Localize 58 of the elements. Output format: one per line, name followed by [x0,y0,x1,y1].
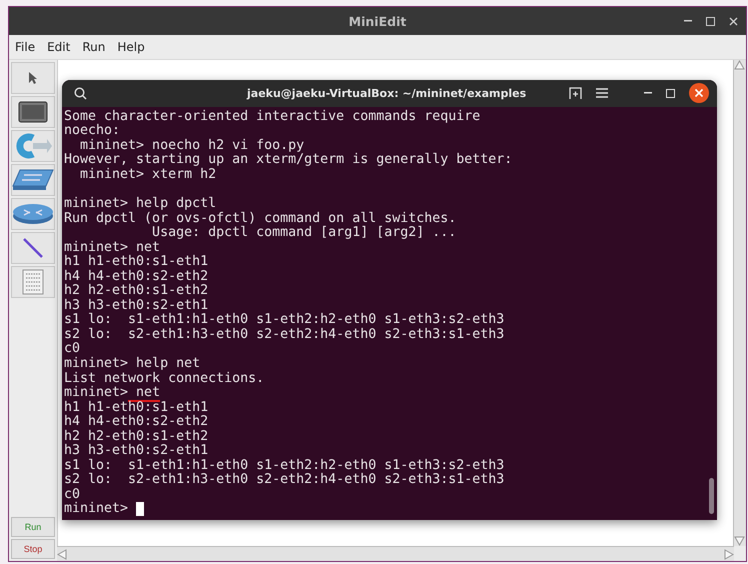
terminal-line: mininet> noecho h2 vi foo.py [79,138,304,153]
menu-icon[interactable] [596,88,608,98]
terminal-line: mininet> help dpctl [64,196,216,211]
maximize-icon[interactable] [666,88,675,98]
router-icon [12,202,54,226]
window-title: MiniEdit [348,14,406,28]
menu-item[interactable]: Edit [43,40,74,54]
right-arrow-icon[interactable] [724,548,734,560]
tool-button[interactable] [11,62,55,94]
search-icon[interactable] [74,86,87,100]
up-arrow-icon[interactable] [734,60,745,70]
close-icon[interactable] [689,83,709,104]
tool-button[interactable] [11,232,55,264]
minimize-icon[interactable] [684,20,692,22]
terminal-line: Some character-oriented interactive commands require [64,108,480,124]
vertical-scrollbar[interactable] [733,60,746,546]
terminal-line: c0 [64,341,80,356]
terminal-line: noecho: [64,123,120,138]
terminal-line: s2 lo: s2-eth1:h3-eth0 s2-eth2:h4-eth0 s2-eth3:s1-eth3 [64,326,504,342]
server-icon [22,269,44,295]
terminal-line: Usage: dpctl command [arg1] [arg2] ... [151,225,456,240]
menu-item[interactable]: Help [113,40,149,54]
terminal-line: mininet> net [64,240,160,255]
scrollbar-thumb[interactable] [709,478,714,514]
monitor-icon [18,101,48,123]
menu-item[interactable]: Run [78,40,110,54]
terminal-line: h3 h3-eth0:s2-eth1 [64,443,208,458]
terminal-line: h2 h2-eth0:s1-eth2 [64,428,208,444]
horizontal-scrollbar[interactable] [57,546,734,561]
control-button[interactable]: Stop [11,539,55,559]
terminal-line: h4 h4-eth0:s2-eth2 [64,414,208,430]
down-arrow-icon[interactable] [734,536,745,546]
minimize-icon[interactable] [644,92,652,94]
terminal-line: h4 h4-eth0:s2-eth2 [64,268,208,284]
left-arrow-icon[interactable] [57,548,67,560]
terminal-line: h1 h1-eth0:s1-eth1 [64,400,208,415]
maximize-icon[interactable] [706,16,715,26]
line-icon [22,237,44,259]
close-icon[interactable] [729,16,738,26]
terminal-line: h3 h3-eth0:s2-eth1 [64,298,208,313]
terminal-line: List network connections. [64,370,264,386]
terminal-line: However, starting up an xterm/gterm is generally better: [64,152,512,168]
terminal-line: mininet> help net [64,356,200,371]
terminal-line: s1 lo: s1-eth1:h1-eth0 s1-eth2:h2-eth0 s1-eth3:s2-eth3 [64,312,504,328]
terminal-line: h1 h1-eth0:s1-eth1 [64,254,208,270]
menu-item[interactable]: File [11,40,40,54]
switch-icon [12,168,54,192]
terminal-line: s2 lo: s2-eth1:h3-eth0 s2-eth2:h4-eth0 s2-eth3:s1-eth3 [64,472,504,488]
terminal-line: mininet> xterm h2 [79,166,216,182]
new-tab-icon[interactable] [569,87,582,100]
terminal-line: Run dpctl (or ovs-ofctl) command on all switches. [64,210,456,226]
terminal-prompt: mininet> [64,501,128,516]
terminal-line: c0 [64,486,80,502]
terminal-title: jaeku@jaeku-VirtualBox: ~/mininet/examples [247,86,526,100]
pointer-icon [28,71,38,85]
terminal-line: s1 lo: s1-eth1:h1-eth0 s1-eth2:h2-eth0 s1-eth3:s2-eth3 [64,458,504,473]
tool-button[interactable] [11,96,55,128]
terminal-line: h2 h2-eth0:s1-eth2 [64,283,208,298]
